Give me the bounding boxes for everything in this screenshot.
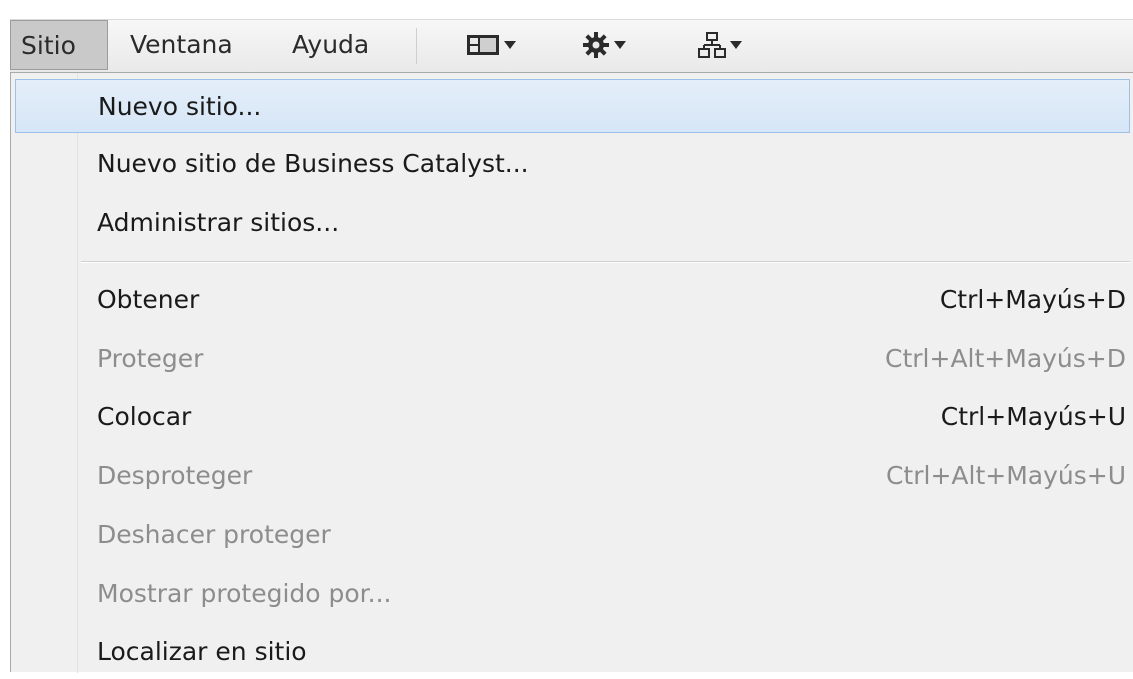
chevron-down-icon	[504, 41, 516, 49]
menu-ayuda-label: Ayuda	[292, 30, 370, 59]
menu-sitio[interactable]: Sitio	[10, 20, 108, 70]
menu-item-shortcut: Ctrl+Alt+Mayús+D	[885, 344, 1126, 373]
menu-item-label: Nuevo sitio de Business Catalyst...	[97, 149, 529, 178]
menu-item-label: Deshacer proteger	[97, 520, 331, 549]
site-structure-icon	[698, 32, 726, 58]
menu-item-shortcut: Ctrl+Alt+Mayús+U	[885, 461, 1126, 490]
menu-item-mostrar-protegido-por: Mostrar protegido por...	[15, 567, 1130, 621]
menu-ayuda[interactable]: Ayuda	[282, 20, 379, 70]
menu-item-administrar-sitios[interactable]: Administrar sitios...	[15, 196, 1130, 250]
menu-bar-strip: Sitio Ventana Ayuda	[10, 19, 1133, 72]
settings-button[interactable]	[582, 30, 626, 60]
menu-item-localizar-en-sitio[interactable]: Localizar en sitio	[15, 625, 1130, 679]
chevron-down-icon	[614, 41, 626, 49]
menu-item-label: Colocar	[97, 402, 192, 431]
menu-item-label: Desproteger	[97, 461, 253, 490]
menu-item-label: Administrar sitios...	[97, 208, 340, 237]
menu-item-label: Proteger	[97, 344, 204, 373]
menu-sitio-label: Sitio	[21, 31, 76, 60]
site-structure-button[interactable]	[698, 30, 742, 60]
menu-item-label: Nuevo sitio...	[98, 92, 262, 121]
menu-ventana[interactable]: Ventana	[120, 20, 243, 70]
gear-icon	[583, 32, 609, 58]
menu-item-nuevo-sitio[interactable]: Nuevo sitio...	[15, 79, 1130, 133]
menu-bar: Sitio Ventana Ayuda	[0, 0, 1133, 72]
menu-separator	[81, 261, 1130, 263]
menu-ventana-label: Ventana	[130, 30, 233, 59]
menu-item-colocar[interactable]: Colocar Ctrl+Mayús+U	[15, 390, 1130, 444]
sitio-dropdown-menu: Nuevo sitio... Nuevo sitio de Business C…	[10, 72, 1133, 673]
menu-bar-separator	[416, 28, 417, 64]
menu-item-label: Obtener	[97, 285, 200, 314]
menu-item-shortcut: Ctrl+Mayús+U	[940, 402, 1126, 431]
menu-item-nuevo-sitio-business-catalyst[interactable]: Nuevo sitio de Business Catalyst...	[15, 137, 1130, 191]
layout-icon	[467, 35, 499, 55]
layout-button[interactable]	[466, 30, 516, 60]
menu-item-label: Localizar en sitio	[97, 637, 307, 666]
menu-item-proteger: Proteger Ctrl+Alt+Mayús+D	[15, 332, 1130, 386]
menu-item-deshacer-proteger: Deshacer proteger	[15, 508, 1130, 562]
menu-item-obtener[interactable]: Obtener Ctrl+Mayús+D	[15, 273, 1130, 327]
chevron-down-icon	[730, 41, 742, 49]
menu-item-shortcut: Ctrl+Mayús+D	[939, 285, 1126, 314]
menu-item-label: Mostrar protegido por...	[97, 579, 392, 608]
menu-item-desproteger: Desproteger Ctrl+Alt+Mayús+U	[15, 449, 1130, 503]
